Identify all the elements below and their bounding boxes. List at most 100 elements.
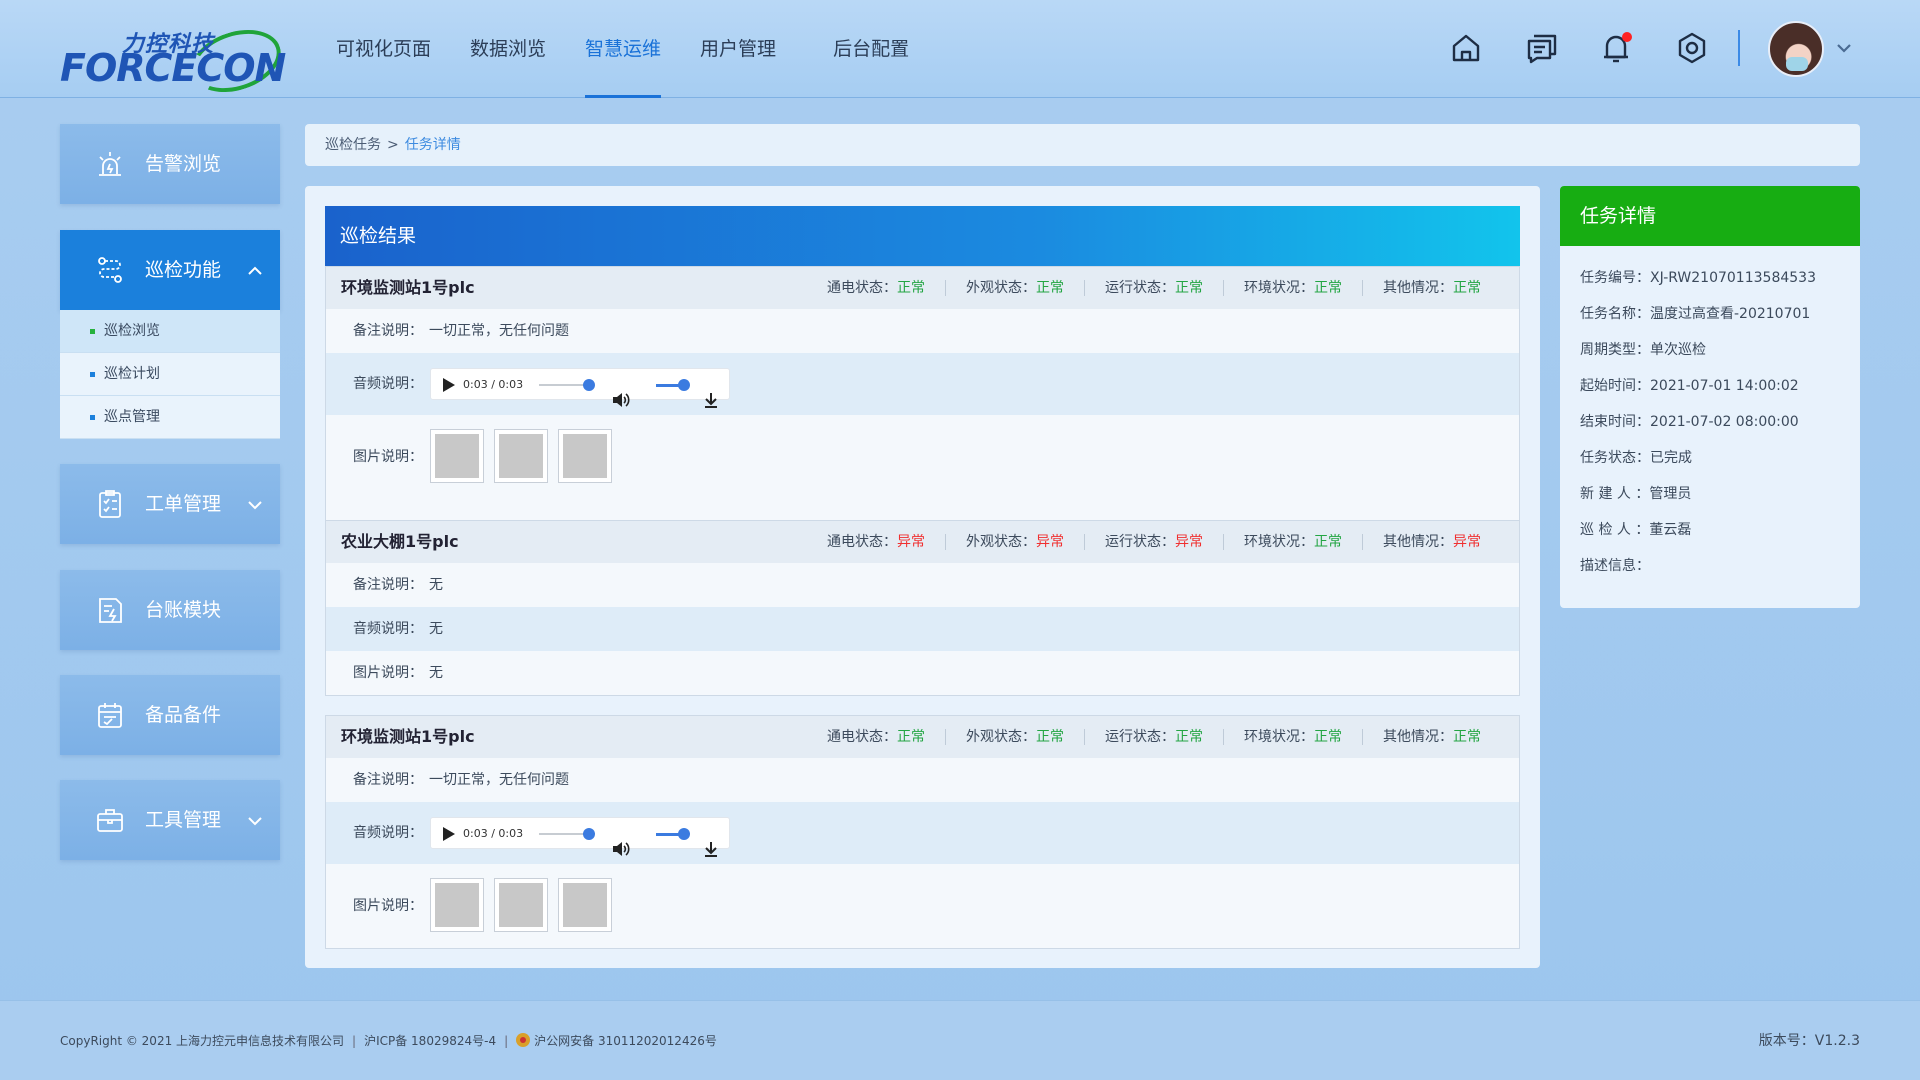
- download-icon[interactable]: [701, 375, 721, 408]
- submenu-item-inspection-plan[interactable]: 巡检计划: [60, 353, 280, 396]
- volume-slider-handle[interactable]: [678, 828, 690, 840]
- sidebar-item-ledger[interactable]: 台账模块: [60, 570, 280, 650]
- nav-item-data-browse[interactable]: 数据浏览: [470, 0, 546, 98]
- image-thumbnail[interactable]: [558, 429, 612, 483]
- image-thumbnail[interactable]: [558, 878, 612, 932]
- sidebar-item-inspection[interactable]: 巡检功能: [60, 230, 280, 310]
- card-header: 农业大棚1号plc 通电状态：异常 外观状态：异常 运行状态：异常 环境状况：正…: [326, 521, 1519, 563]
- image-row: 图片说明：: [326, 415, 1519, 499]
- breadcrumb-separator: >: [387, 137, 399, 153]
- header-divider: [1738, 30, 1740, 66]
- image-label: 图片说明：: [353, 898, 423, 914]
- inspection-results-panel: 巡检结果 环境监测站1号plc 通电状态：正常 外观状态：正常 运行状态：正常 …: [305, 186, 1540, 968]
- sidebar-item-spare-parts[interactable]: 备品备件: [60, 675, 280, 755]
- image-thumbnail[interactable]: [430, 429, 484, 483]
- results-title: 巡检结果: [325, 206, 1520, 266]
- breadcrumb-parent[interactable]: 巡检任务: [325, 137, 381, 153]
- bell-icon[interactable]: [1598, 30, 1634, 66]
- task-detail-title: 任务详情: [1560, 186, 1860, 246]
- detail-cycle-type: 周期类型：单次巡检: [1580, 342, 1706, 358]
- play-icon[interactable]: [443, 827, 455, 841]
- status-appearance: 外观状态：异常: [945, 534, 1084, 550]
- clipboard-checklist-icon: [94, 488, 126, 520]
- chevron-down-icon[interactable]: [1834, 38, 1854, 58]
- status-running: 运行状态：正常: [1084, 280, 1223, 296]
- audio-player: 0:03 / 0:03: [430, 817, 730, 857]
- image-row: 图片说明：: [326, 864, 1519, 948]
- detail-description: 描述信息：: [1580, 558, 1650, 574]
- footer-police[interactable]: 沪公网安备 31011202012426号: [534, 1034, 717, 1048]
- device-name: 环境监测站1号plc: [341, 727, 475, 746]
- status-value: 异常: [897, 534, 925, 550]
- remark-value: 无: [429, 577, 443, 593]
- remark-label: 备注说明：: [353, 577, 423, 593]
- image-thumbnail[interactable]: [430, 878, 484, 932]
- inspection-submenu: 巡检浏览 巡检计划 巡点管理: [60, 310, 280, 439]
- image-thumbnail[interactable]: [494, 429, 548, 483]
- nav-item-backend-config[interactable]: 后台配置: [833, 0, 909, 98]
- status-value: 正常: [1314, 280, 1342, 296]
- message-icon[interactable]: [1524, 30, 1560, 66]
- chevron-down-icon: [246, 496, 264, 514]
- notification-dot: [1622, 32, 1632, 42]
- ledger-icon: [94, 594, 126, 626]
- footer-copyright: CopyRight © 2021 上海力控元申信息技术有限公司: [60, 1034, 345, 1048]
- card-header: 环境监测站1号plc 通电状态：正常 外观状态：正常 运行状态：正常 环境状况：…: [326, 716, 1519, 758]
- remark-value: 一切正常，无任何问题: [429, 323, 569, 339]
- audio-label: 音频说明：: [353, 825, 423, 841]
- status-value: 正常: [1453, 729, 1481, 745]
- audio-time: 0:03 / 0:03: [463, 378, 524, 391]
- sidebar-item-label: 告警浏览: [145, 153, 222, 175]
- volume-icon[interactable]: [611, 824, 631, 856]
- user-avatar[interactable]: [1768, 21, 1824, 77]
- nav-item-visual-page[interactable]: 可视化页面: [336, 0, 431, 98]
- settings-icon[interactable]: [1674, 30, 1710, 66]
- image-thumbnail[interactable]: [494, 878, 548, 932]
- download-icon[interactable]: [701, 824, 721, 857]
- audio-progress-handle[interactable]: [583, 828, 595, 840]
- toolbox-icon: [94, 804, 126, 836]
- sidebar-item-label: 工单管理: [145, 493, 222, 515]
- volume-slider-handle[interactable]: [678, 379, 690, 391]
- sidebar-item-work-order[interactable]: 工单管理: [60, 464, 280, 544]
- status-value: 正常: [897, 280, 925, 296]
- submenu-item-point-management[interactable]: 巡点管理: [60, 396, 280, 439]
- forcecon-logo[interactable]: 力控科技 FORCECON: [60, 19, 289, 103]
- nav-item-smart-ops[interactable]: 智慧运维: [585, 0, 662, 98]
- audio-row: 音频说明： 无: [326, 607, 1519, 651]
- nav-item-user-management[interactable]: 用户管理: [700, 0, 776, 98]
- audio-progress-handle[interactable]: [583, 379, 595, 391]
- alarm-light-icon: [94, 148, 126, 180]
- sidebar-item-label: 备品备件: [145, 704, 222, 726]
- status-running: 运行状态：异常: [1084, 534, 1223, 550]
- footer-version: 版本号：V1.2.3: [1758, 1033, 1860, 1049]
- audio-label: 音频说明：: [353, 621, 423, 637]
- status-value: 正常: [1453, 280, 1481, 296]
- detail-start-time: 起始时间：2021-07-01 14:00:02: [1580, 378, 1799, 394]
- audio-row: 音频说明： 0:03 / 0:03: [326, 353, 1519, 415]
- home-icon[interactable]: [1448, 30, 1484, 66]
- image-row: 图片说明： 无: [326, 651, 1519, 695]
- remark-row: 备注说明： 无: [326, 563, 1519, 607]
- device-name: 农业大棚1号plc: [341, 532, 459, 551]
- sidebar-item-label: 工具管理: [145, 809, 222, 831]
- image-label: 图片说明：: [353, 449, 423, 465]
- status-appearance: 外观状态：正常: [945, 280, 1084, 296]
- remark-value: 一切正常，无任何问题: [429, 772, 569, 788]
- status-value: 异常: [1453, 534, 1481, 550]
- breadcrumb-current[interactable]: 任务详情: [405, 137, 461, 153]
- sidebar-item-tool-management[interactable]: 工具管理: [60, 780, 280, 860]
- play-icon[interactable]: [443, 378, 455, 392]
- remark-label: 备注说明：: [353, 772, 423, 788]
- detail-task-name: 任务名称：温度过高查看-20210701: [1580, 306, 1811, 322]
- sidebar-item-alarm-browse[interactable]: 告警浏览: [60, 124, 280, 204]
- status-list: 通电状态：异常 外观状态：异常 运行状态：异常 环境状况：正常 其他情况：异常: [807, 521, 1501, 563]
- remark-row: 备注说明： 一切正常，无任何问题: [326, 758, 1519, 802]
- image-value: 无: [429, 665, 443, 681]
- top-header: 力控科技 FORCECON 可视化页面 数据浏览 智慧运维 用户管理 后台配置: [0, 0, 1920, 103]
- volume-icon[interactable]: [611, 375, 631, 407]
- status-list: 通电状态：正常 外观状态：正常 运行状态：正常 环境状况：正常 其他情况：正常: [807, 716, 1501, 758]
- detail-task-id: 任务编号：XJ-RW21070113584533: [1580, 270, 1816, 286]
- footer-icp[interactable]: 沪ICP备 18029824号-4: [364, 1034, 496, 1048]
- submenu-item-inspection-browse[interactable]: 巡检浏览: [60, 310, 280, 353]
